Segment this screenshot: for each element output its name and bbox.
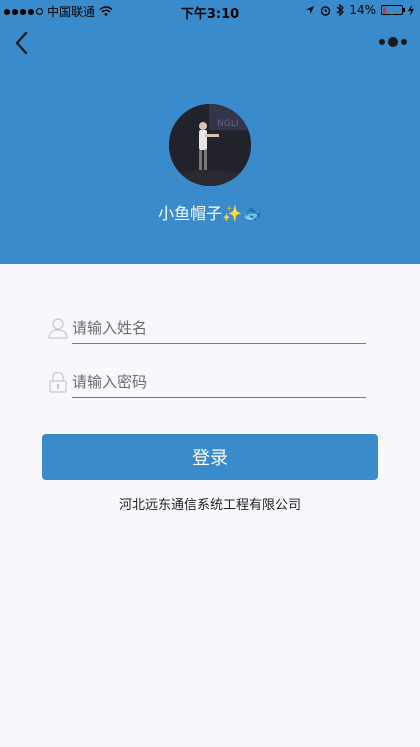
alarm-icon xyxy=(321,5,331,16)
bluetooth-icon xyxy=(336,4,345,16)
nickname-emoji: ✨🐟 xyxy=(222,204,262,223)
battery-icon xyxy=(381,5,405,15)
more-icon xyxy=(379,39,385,45)
more-button[interactable] xyxy=(378,34,408,50)
back-button[interactable] xyxy=(10,30,32,56)
svg-text:NGLI: NGLI xyxy=(217,119,238,129)
user-icon xyxy=(48,318,68,339)
avatar: NGLI xyxy=(169,104,251,186)
login-button[interactable]: 登录 xyxy=(42,434,378,480)
password-input[interactable] xyxy=(72,367,366,398)
back-arrow-icon xyxy=(15,31,28,55)
charging-icon xyxy=(408,4,414,16)
company-name: 河北远东通信系统工程有限公司 xyxy=(118,498,301,513)
battery-percent: 14% xyxy=(349,3,376,17)
name-field-row xyxy=(48,313,368,345)
status-bar: 中国联通 下午3:10 14% xyxy=(0,0,420,22)
lock-icon xyxy=(49,371,67,393)
profile-header: 中国联通 下午3:10 14% NGLI 小鱼帽子✨🐟 xyxy=(0,0,420,264)
name-input[interactable] xyxy=(72,313,366,344)
avatar-photo: NGLI xyxy=(169,104,251,186)
nickname-text: 小鱼帽子 xyxy=(158,204,223,223)
password-field-row xyxy=(48,367,368,399)
location-icon xyxy=(306,6,315,14)
nickname: 小鱼帽子✨🐟 xyxy=(0,200,420,224)
